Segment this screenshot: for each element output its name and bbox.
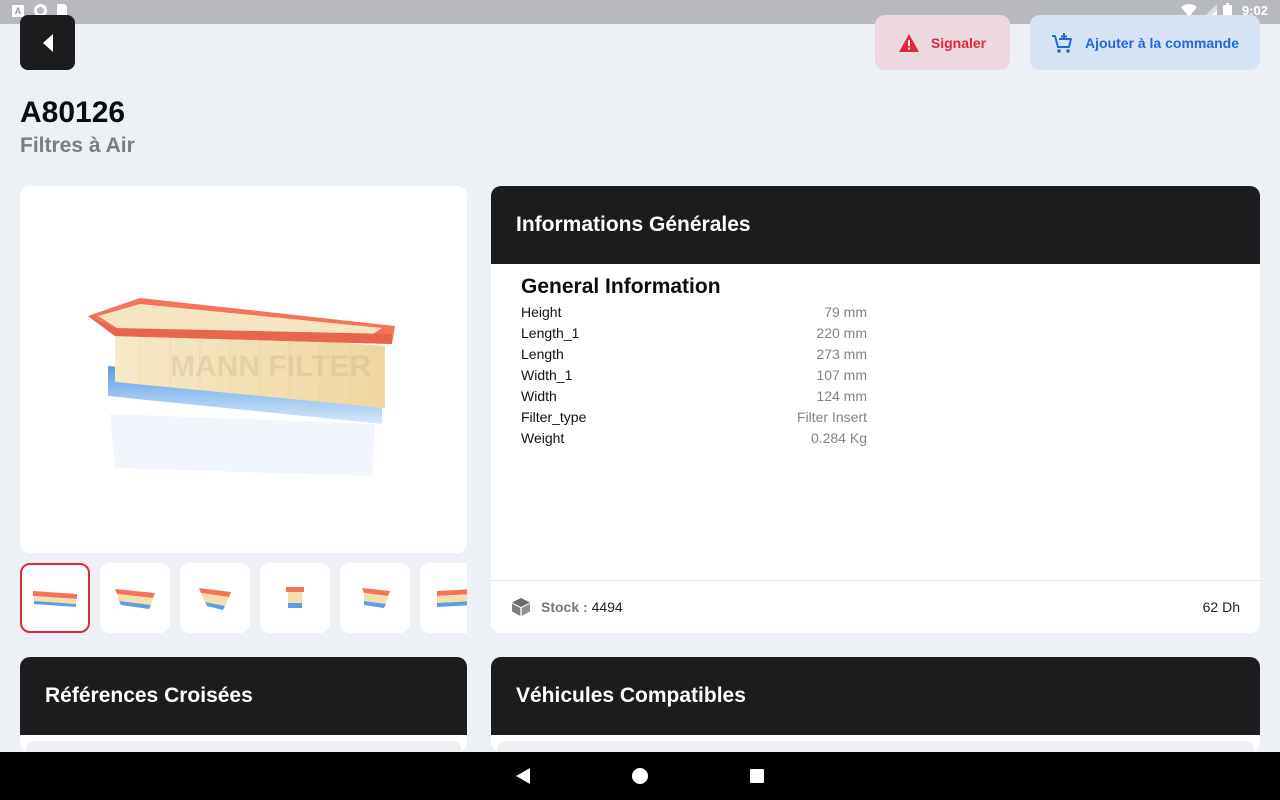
thumbnail-2[interactable] — [100, 563, 170, 633]
thumbnail-image — [286, 587, 304, 608]
spec-value: 107 mm — [816, 367, 867, 383]
thumbnail-image — [115, 589, 155, 609]
spec-key: Width_1 — [521, 367, 573, 383]
add-cart-icon — [1051, 32, 1072, 53]
thumbnail-image — [437, 589, 467, 607]
stock-label: Stock : 4494 — [541, 599, 623, 615]
spec-key: Weight — [521, 430, 565, 446]
spec-key: Filter_type — [521, 409, 587, 425]
spec-row: Width 124 mm — [521, 386, 867, 407]
thumbnail-3[interactable] — [180, 563, 250, 633]
spec-row: Filter_type Filter Insert — [521, 407, 867, 428]
product-reference: A80126 — [20, 96, 126, 129]
spec-value: 273 mm — [816, 346, 867, 362]
thumbnail-strip[interactable] — [20, 563, 467, 633]
nav-back-button[interactable] — [515, 767, 531, 785]
thumbnail-image — [362, 588, 390, 608]
price: 62 Dh — [1202, 599, 1240, 615]
product-image-card[interactable]: MANN FILTER — [20, 186, 467, 553]
box-icon — [512, 598, 530, 616]
thumbnail-image — [199, 588, 231, 610]
cross-references-heading: Références Croisées — [20, 657, 467, 735]
cross-references-card: Références Croisées — [20, 657, 467, 752]
spec-table: Height 79 mm Length_1 220 mm Length 273 mm … — [521, 302, 867, 449]
notification-a-icon: A — [12, 4, 24, 17]
product-category: Filtres à Air — [20, 134, 135, 157]
spec-row: Length_1 220 mm — [521, 323, 867, 344]
spec-value: 220 mm — [816, 325, 867, 341]
spec-value: 79 mm — [824, 304, 867, 320]
spec-key: Length — [521, 346, 564, 362]
spec-key: Height — [521, 304, 562, 320]
spec-row: Weight 0.284 Kg — [521, 428, 867, 449]
compatible-vehicles-list[interactable] — [497, 741, 1254, 752]
general-info-card: Informations Générales General Informati… — [491, 186, 1260, 633]
product-image-watermark: MANN FILTER — [170, 350, 371, 383]
add-to-order-button[interactable]: Ajouter à la commande — [1030, 15, 1260, 70]
report-button-label: Signaler — [930, 34, 987, 51]
nav-home-icon — [632, 768, 648, 784]
spec-row: Length 273 mm — [521, 344, 867, 365]
spec-value: Filter Insert — [796, 409, 867, 425]
stock-label-text: Stock : — [541, 599, 592, 615]
general-info-section-title: General Information — [521, 275, 721, 298]
spec-value: 124 mm — [816, 388, 867, 404]
report-button[interactable]: Signaler — [875, 15, 1010, 70]
thumbnail-5[interactable] — [340, 563, 410, 633]
spec-value: 0.284 Kg — [810, 430, 867, 446]
cross-references-list[interactable] — [26, 741, 461, 752]
stock-footer: Stock : 4494 62 Dh — [491, 580, 1260, 633]
thumbnail-image — [33, 591, 77, 607]
thumbnail-1[interactable] — [20, 563, 90, 633]
compatible-vehicles-heading: Véhicules Compatibles — [491, 657, 1260, 735]
product-image: MANN FILTER — [88, 298, 395, 476]
spec-row: Height 79 mm — [521, 302, 867, 323]
chevron-left-icon — [42, 33, 53, 52]
nav-recents-icon — [750, 769, 764, 783]
general-info-heading: Informations Générales — [491, 186, 1260, 264]
back-button[interactable] — [20, 15, 75, 70]
nav-back-icon — [516, 768, 530, 784]
spec-key: Width — [521, 388, 557, 404]
compatible-vehicles-card: Véhicules Compatibles — [491, 657, 1260, 752]
thumbnail-6[interactable] — [420, 563, 467, 633]
nav-recents-button[interactable] — [749, 768, 765, 784]
stock-value: 4494 — [591, 599, 623, 615]
spec-row: Width_1 107 mm — [521, 365, 867, 386]
navigation-bar — [0, 752, 1280, 800]
thumbnail-4[interactable] — [260, 563, 330, 633]
add-to-order-label: Ajouter à la commande — [1084, 34, 1240, 51]
spec-key: Length_1 — [521, 325, 580, 341]
warning-icon — [898, 33, 919, 52]
nav-home-button[interactable] — [631, 767, 649, 785]
